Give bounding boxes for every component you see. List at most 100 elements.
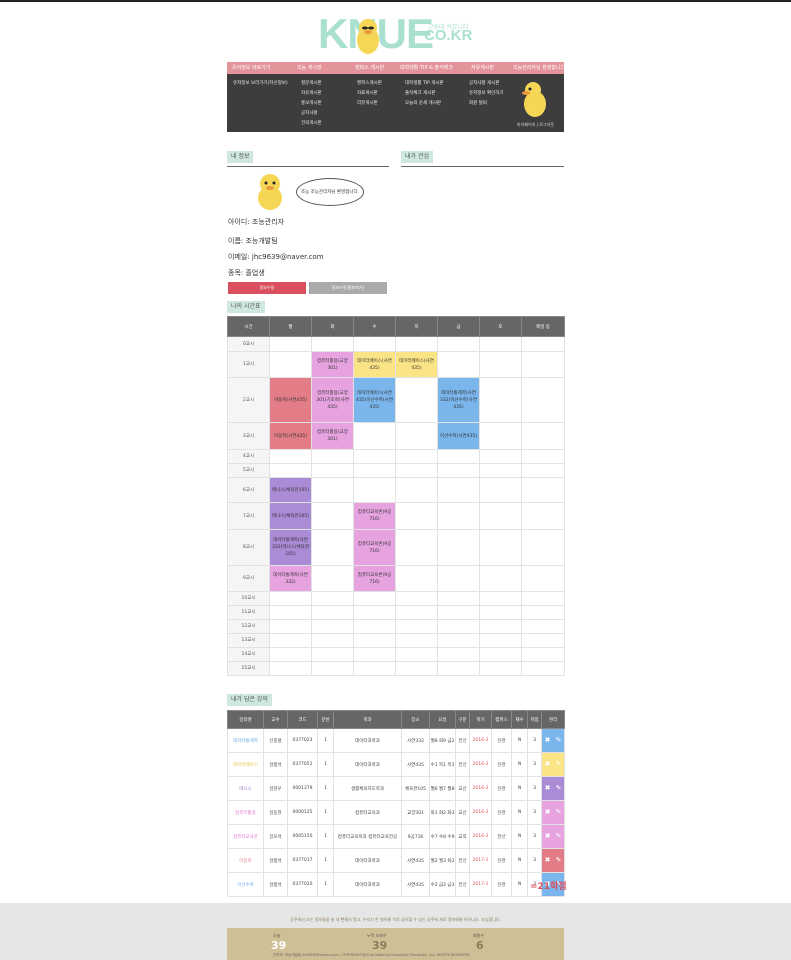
lecture-name[interactable]: 컴퓨터활용: [227, 800, 264, 825]
lecture-name[interactable]: 컴퓨터교육론: [227, 824, 264, 849]
empty-slot: [311, 477, 354, 503]
lecture-cell: 수1 목1 목1: [429, 752, 456, 777]
empty-slot: [311, 633, 354, 648]
lecture-name[interactable]: 데이터베이스: [227, 752, 264, 777]
nav-header-userinfo[interactable]: 유저정보 바로가기: [232, 64, 270, 71]
empty-slot: [437, 529, 480, 566]
empty-slot: [269, 336, 312, 352]
lecture-cell: 데이터과학과: [333, 848, 402, 873]
table-row: 테니스 김현우 0001379 1 생활체육지도학과 체육관105 월6 월7 월8 교선 20…: [227, 776, 565, 801]
nav-item[interactable]: 건의게시판: [301, 120, 322, 126]
lecture-cell: 2017-1: [469, 848, 492, 873]
nav-header-board[interactable]: 조능 게시판: [297, 64, 322, 71]
nav-item[interactable]: 공지사항 게시판: [469, 80, 499, 86]
class-slot[interactable]: 데이터통계학(사연332)테니스(체육관105): [269, 529, 312, 566]
class-slot[interactable]: 데이터베이스(사연435): [353, 351, 396, 378]
my-info-header: 내 정보: [227, 151, 254, 163]
lecture-cell: 1: [317, 800, 334, 825]
class-slot[interactable]: 테니스(체육관105): [269, 502, 312, 530]
empty-slot: [269, 619, 312, 634]
class-slot[interactable]: 이동학(사연435): [269, 377, 312, 423]
nav-item[interactable]: 리뷰게시판: [357, 100, 378, 106]
class-slot[interactable]: 데이터통계학(사연332): [269, 565, 312, 592]
edit-icon[interactable]: ✎: [553, 826, 564, 848]
delete-icon[interactable]: ✖: [543, 778, 554, 800]
timetable-col-header: 목: [395, 316, 438, 337]
nav-item[interactable]: 회원 탈퇴: [469, 100, 487, 106]
nav-item[interactable]: 대학생활 TIP 게시판: [405, 80, 444, 86]
class-slot[interactable]: 이동학(사연435): [269, 422, 312, 450]
empty-slot: [353, 633, 396, 648]
timetable-col-header: 금: [437, 316, 480, 337]
lecture-col-header: 구분: [455, 710, 470, 729]
class-slot[interactable]: 컴퓨터교육론(9공716): [353, 565, 396, 592]
lecture-cell: N: [511, 752, 528, 777]
lecture-cell: 2016-2: [469, 824, 492, 849]
lecture-rows: 데이터통계학 신종렬 0377023 1 데이터과학과 사연332 월8 화9 금2 전선 20…: [227, 728, 565, 897]
delete-icon[interactable]: ✖: [543, 754, 554, 776]
edit-icon[interactable]: ✎: [553, 850, 564, 872]
empty-slot: [311, 565, 354, 592]
nav-item[interactable]: 출석체크 게시판: [405, 90, 435, 96]
class-slot[interactable]: 컴퓨터활용(교양301)기초학(사연435): [311, 377, 354, 423]
time-label: 1교시: [227, 351, 270, 378]
empty-slot: [311, 591, 354, 606]
nav-item[interactable]: 유저정보 확인하기: [469, 90, 504, 96]
nav-header-free[interactable]: 자유게시판: [471, 64, 494, 71]
copyright: 관리자: 조능개발팀 jhc9639@naver.com | COPYRIGHT…: [273, 953, 470, 957]
class-slot[interactable]: 컴퓨터교육론(9공716): [353, 529, 396, 566]
class-slot[interactable]: 데이터베이스(사연435): [395, 351, 438, 378]
edit-info-button[interactable]: 정보수정: [228, 282, 306, 294]
class-slot[interactable]: 데이터통계학(사연332)이산수학(사연435): [437, 377, 480, 423]
delete-icon[interactable]: ✖: [543, 802, 554, 824]
withdraw-button[interactable]: 정보수정(탈퇴하기): [309, 282, 387, 294]
nav-item[interactable]: 멘파스게시판: [357, 80, 382, 86]
delete-icon[interactable]: ✖: [543, 826, 554, 848]
lecture-name[interactable]: 이산수학: [227, 872, 264, 897]
class-slot[interactable]: 컴퓨터교육론(9공716): [353, 502, 396, 530]
lecture-name[interactable]: 데이터통계학: [227, 728, 264, 753]
empty-slot: [521, 661, 565, 676]
lecture-actions: ✖ ✎: [541, 800, 565, 825]
delete-icon[interactable]: ✖: [543, 730, 554, 752]
nav-header-menpas[interactable]: 멘파스 게시판: [355, 64, 384, 71]
delete-icon[interactable]: ✖: [543, 850, 554, 872]
lecture-cell: 0377017: [287, 848, 318, 873]
today-count: 39: [271, 939, 287, 952]
edit-icon[interactable]: ✎: [553, 802, 564, 824]
lecture-col-header: 교수: [263, 710, 288, 729]
lecture-cell: 컴퓨터교육학과 컴퓨터교육전공: [333, 824, 402, 849]
nav-header-tip[interactable]: 대학생활 TIP & 출석체크: [400, 64, 453, 71]
class-slot[interactable]: 데이터베이스(사연435)이산수학(사연435): [353, 377, 396, 423]
nav-item[interactable]: 자료게시판: [357, 90, 378, 96]
edit-icon[interactable]: ✎: [553, 730, 564, 752]
empty-slot: [437, 647, 480, 662]
site-logo[interactable]: KNUE 교원대 커뮤니티 CO.KR: [318, 10, 478, 58]
lecture-name[interactable]: 테니스: [227, 776, 264, 801]
empty-slot: [479, 605, 522, 620]
edit-icon[interactable]: ✎: [553, 754, 564, 776]
nav-item[interactable]: 공지사항: [301, 110, 318, 116]
lecture-actions: ✖ ✎: [541, 824, 565, 849]
nav-item[interactable]: 홍보게시판: [301, 100, 322, 106]
nav-footer-links[interactable]: 마이페이지 | 로그아웃: [517, 122, 554, 128]
table-row: 이산수학 김범석 0377020 1 데이터과학과 사연435 수2 금2 금3 전선 2017…: [227, 872, 565, 897]
nav-item[interactable]: 오늘의 운세 게시판: [405, 100, 441, 106]
edit-icon[interactable]: ✎: [553, 778, 564, 800]
empty-slot: [521, 351, 565, 378]
user-id: 아이디: 조능관리자: [228, 218, 285, 226]
class-slot[interactable]: 컴퓨터활용(교양301): [311, 422, 354, 450]
class-slot[interactable]: 컴퓨터활용(교양301): [311, 351, 354, 378]
class-slot[interactable]: 이산수학(사연435): [437, 422, 480, 450]
lecture-col-header: 학기: [469, 710, 492, 729]
lecture-name[interactable]: 이동학: [227, 848, 264, 873]
time-label: 3교시: [227, 422, 270, 450]
empty-slot: [311, 502, 354, 530]
class-slot[interactable]: 테니스(체육관105): [269, 477, 312, 503]
nav-item[interactable]: 유저정보 보러가기(자신정보): [233, 80, 288, 86]
lecture-cell: 월8 화9 금2: [429, 728, 456, 753]
nav-item[interactable]: 질문게시판: [301, 80, 322, 86]
lecture-cell: 수2 금2 금3: [429, 872, 456, 897]
nav-item[interactable]: 자유게시판: [301, 90, 322, 96]
profile-avatar-icon: [258, 174, 282, 210]
